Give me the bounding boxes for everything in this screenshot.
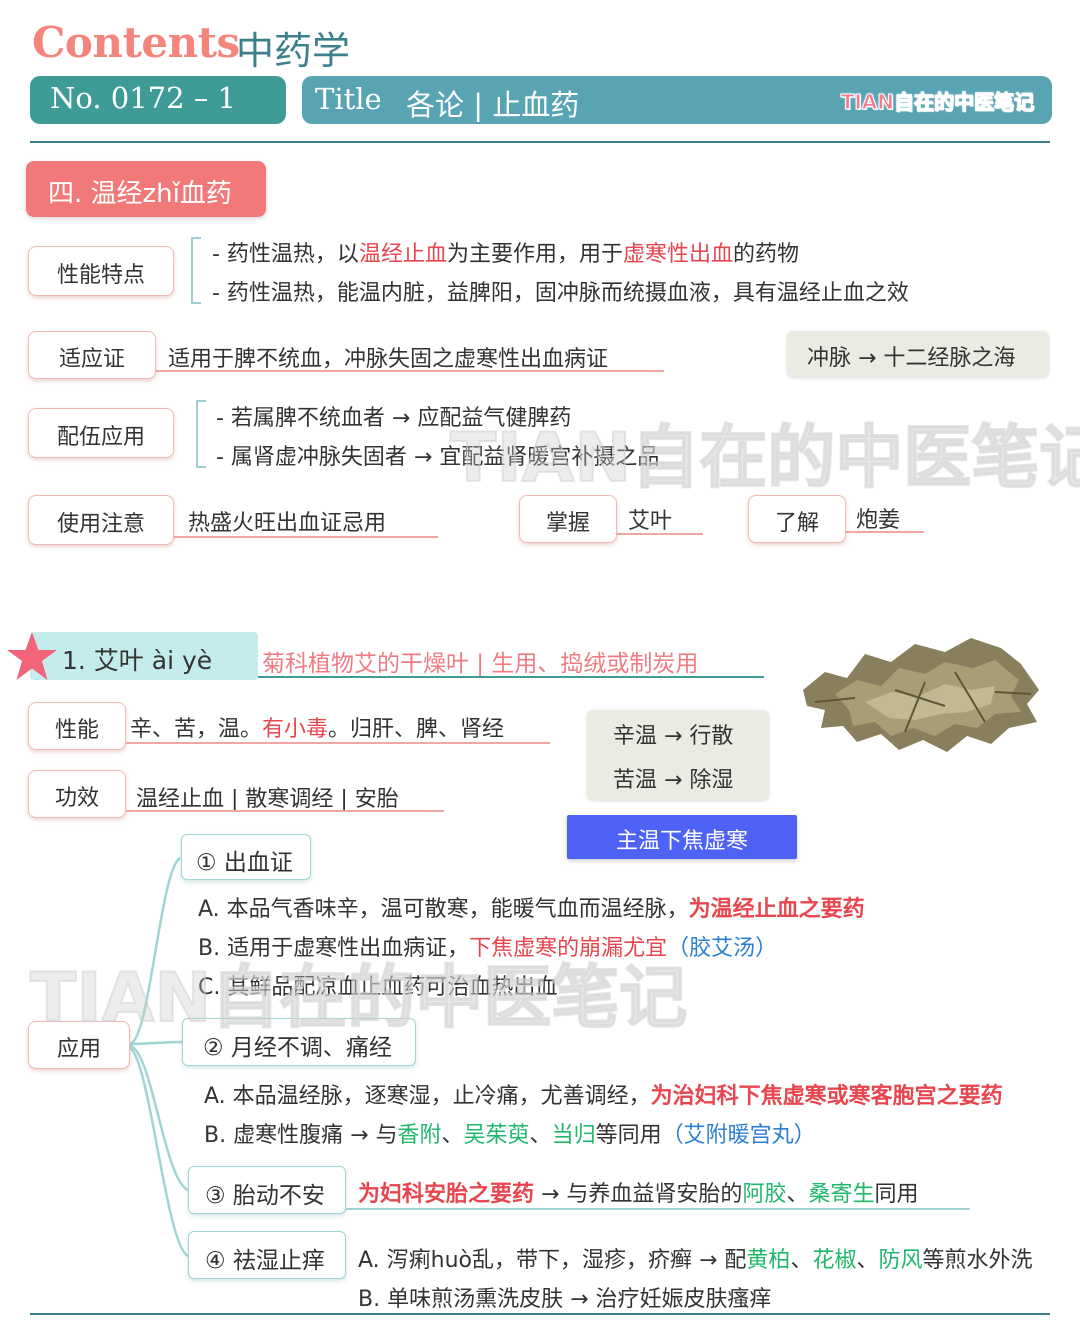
application-item-menstrual: ② 月经不调、痛经 (182, 1018, 416, 1066)
application-item-fetal: ③ 胎动不安 (188, 1166, 346, 1214)
application-item-bleeding: ① 出血证 (181, 834, 311, 880)
bleeding-point-c: C. 其鲜品配凉血止血药可治血热出血 (198, 975, 558, 1000)
fetal-point: 为妇科安胎之要药 → 与养血益肾安胎的阿胶、桑寄生同用 (358, 1182, 919, 1207)
bleeding-point-a: A. 本品气香味辛，温可散寒，能暖气血而温经脉，为温经止血之要药 (198, 897, 865, 922)
application-item-damp-itch: ④ 祛湿止痒 (188, 1231, 346, 1279)
menstrual-point-b: B. 虚寒性腹痛 → 与香附、吴茱萸、当归等同用（艾附暖宫丸） (204, 1123, 816, 1148)
bleeding-point-b: B. 适用于虚寒性出血病证，下焦虚寒的崩漏尤宜（胶艾汤） (198, 936, 778, 961)
menstrual-point-a: A. 本品温经脉，逐寒湿，止冷痛，尤善调经，为治妇科下焦虚寒或寒客胞宫之要药 (204, 1084, 1003, 1109)
application-label: 应用 (28, 1021, 130, 1069)
footer-divider (30, 1313, 1050, 1315)
fetal-underline (346, 1208, 970, 1210)
damp-itch-point-b: B. 单味煎汤熏洗皮肤 → 治疗妊娠皮肤瘙痒 (358, 1287, 772, 1312)
damp-itch-point-a: A. 泻痢huò乱，带下，湿疹，疥癣 → 配黄柏、花椒、防风等煎水外洗 (358, 1248, 1033, 1273)
